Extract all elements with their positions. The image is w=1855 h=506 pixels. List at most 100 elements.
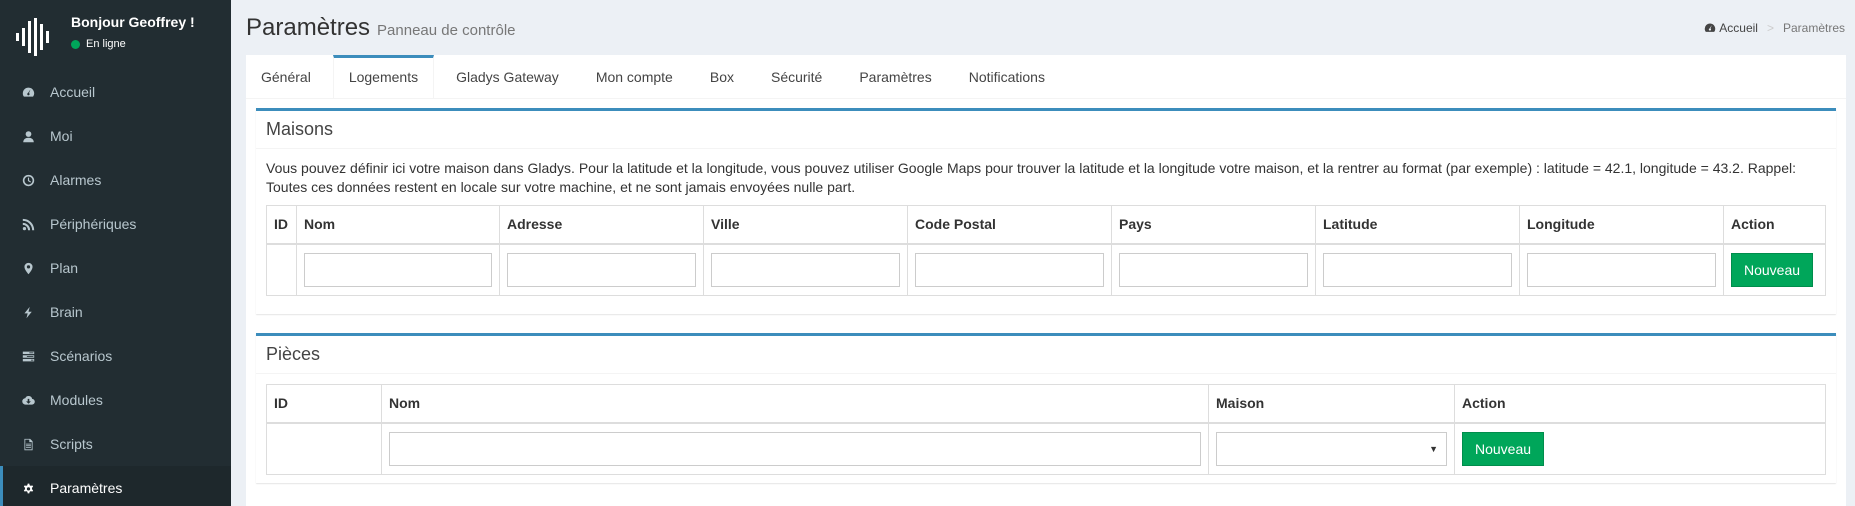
table-cell: [499, 243, 704, 296]
user-status-label: En ligne: [86, 38, 126, 50]
breadcrumb: Accueil > Paramètres: [1704, 21, 1845, 35]
content-header: Paramètres Panneau de contrôle Accueil > …: [231, 0, 1855, 55]
chevron-down-icon: ▼: [1429, 443, 1438, 454]
house-country-input[interactable]: [1119, 252, 1308, 287]
user-info: Bonjour Geoffrey ! En ligne: [71, 12, 195, 50]
column-header: Action: [1454, 384, 1826, 424]
sidebar-item-label: Brain: [50, 304, 83, 320]
tab-gladys-gateway[interactable]: Gladys Gateway: [441, 55, 574, 98]
table-cell: Nouveau: [1723, 243, 1826, 296]
sidebar-item-label: Scripts: [50, 436, 93, 452]
rooms-body: ID Nom Maison Action ▼ Nouveau: [256, 374, 1836, 485]
table-cell: [1111, 243, 1316, 296]
sidebar-item-label: Périphériques: [50, 216, 137, 232]
cloud-download-icon: [21, 393, 35, 407]
tasks-icon: [21, 349, 35, 363]
table-cell: Nouveau: [1454, 422, 1826, 475]
table-cell: [907, 243, 1112, 296]
page-title-text: Paramètres: [246, 14, 371, 41]
sidebar-item-scripts[interactable]: Scripts: [0, 422, 231, 466]
house-address-input[interactable]: [507, 252, 696, 287]
column-header: Ville: [703, 205, 908, 245]
houses-table: ID Nom Adresse Ville Code Postal Pays La…: [266, 205, 1826, 296]
sidebar-item-moi[interactable]: Moi: [0, 114, 231, 158]
page-title: Paramètres Panneau de contrôle: [246, 14, 516, 42]
new-room-button[interactable]: Nouveau: [1462, 431, 1545, 466]
houses-title: Maisons: [256, 111, 1836, 149]
sidebar-item-label: Moi: [50, 128, 73, 144]
dashboard-icon: [21, 85, 35, 99]
table-cell-id: [266, 422, 382, 475]
sidebar-item-peripheriques[interactable]: Périphériques: [0, 202, 231, 246]
sidebar-item-alarmes[interactable]: Alarmes: [0, 158, 231, 202]
main-content: Paramètres Panneau de contrôle Accueil > …: [231, 0, 1855, 506]
tab-parametres[interactable]: Paramètres: [844, 55, 946, 98]
user-greeting: Bonjour Geoffrey !: [71, 14, 195, 30]
houses-description: Vous pouvez définir ici votre maison dan…: [266, 160, 1796, 195]
room-house-select[interactable]: ▼: [1216, 431, 1447, 466]
breadcrumb-separator: >: [1766, 21, 1774, 35]
house-city-input[interactable]: [711, 252, 900, 287]
sidebar-item-label: Plan: [50, 260, 79, 276]
house-name-input[interactable]: [304, 252, 492, 287]
sidebar-item-brain[interactable]: Brain: [0, 290, 231, 334]
tab-logements[interactable]: Logements: [332, 55, 435, 98]
column-header: ID: [266, 384, 382, 424]
map-marker-icon: [21, 261, 35, 275]
house-postal-code-input[interactable]: [915, 252, 1104, 287]
sidebar-item-plan[interactable]: Plan: [0, 246, 231, 290]
clock-icon: [21, 173, 35, 187]
sidebar-item-accueil[interactable]: Accueil: [0, 70, 231, 114]
settings-panel: Général Logements Gladys Gateway Mon com…: [246, 55, 1846, 506]
houses-box: Maisons Vous pouvez définir ici votre ma…: [256, 108, 1836, 314]
tab-box[interactable]: Box: [695, 55, 749, 98]
breadcrumb-current: Paramètres: [1782, 21, 1845, 35]
bolt-icon: [21, 305, 35, 319]
tab-notifications[interactable]: Notifications: [954, 55, 1060, 98]
column-header: ID: [266, 205, 297, 245]
rooms-box: Pièces ID Nom Maison Action ▼ Nouveau: [256, 333, 1836, 483]
settings-tabs: Général Logements Gladys Gateway Mon com…: [246, 55, 1846, 99]
sidebar-menu: Accueil Moi Alarmes Périphériques Plan B…: [0, 70, 231, 506]
sidebar-item-label: Alarmes: [50, 172, 102, 188]
column-header: Adresse: [499, 205, 704, 245]
column-header: Pays: [1111, 205, 1316, 245]
user-icon: [21, 129, 35, 143]
sidebar-item-label: Scénarios: [50, 348, 113, 364]
rooms-table: ID Nom Maison Action ▼ Nouveau: [266, 384, 1826, 475]
tab-mon-compte[interactable]: Mon compte: [581, 55, 688, 98]
table-cell: ▼: [1208, 422, 1455, 475]
column-header: Nom: [296, 205, 500, 245]
table-cell: [1315, 243, 1520, 296]
file-icon: [21, 437, 35, 451]
new-house-button[interactable]: Nouveau: [1731, 252, 1814, 287]
sidebar-item-scenarios[interactable]: Scénarios: [0, 334, 231, 378]
houses-body: Vous pouvez définir ici votre maison dan…: [256, 149, 1836, 306]
table-cell: [296, 243, 500, 296]
table-row: Nouveau: [266, 243, 1826, 296]
table-cell-id: [266, 243, 297, 296]
dashboard-icon: [1705, 23, 1716, 32]
online-status-icon: [71, 39, 80, 49]
table-header-row: ID Nom Adresse Ville Code Postal Pays La…: [266, 205, 1826, 245]
house-latitude-input[interactable]: [1323, 252, 1512, 287]
column-header: Action: [1723, 205, 1826, 245]
house-longitude-input[interactable]: [1527, 252, 1716, 287]
sidebar-item-parametres[interactable]: Paramètres: [0, 466, 231, 506]
page-subtitle: Panneau de contrôle: [377, 22, 516, 39]
sidebar-item-modules[interactable]: Modules: [0, 378, 231, 422]
column-header: Code Postal: [907, 205, 1112, 245]
tab-general[interactable]: Général: [246, 55, 326, 98]
column-header: Latitude: [1315, 205, 1520, 245]
table-cell: [381, 422, 1209, 475]
tab-securite[interactable]: Sécurité: [756, 55, 837, 98]
breadcrumb-home-link[interactable]: Accueil: [1704, 21, 1758, 35]
room-name-input[interactable]: [389, 431, 1201, 466]
column-header: Nom: [381, 384, 1209, 424]
column-header: Longitude: [1519, 205, 1724, 245]
table-cell: [1519, 243, 1724, 296]
rss-icon: [21, 217, 35, 231]
table-cell: [703, 243, 908, 296]
rooms-title: Pièces: [256, 336, 1836, 374]
breadcrumb-home-label: Accueil: [1719, 21, 1758, 35]
